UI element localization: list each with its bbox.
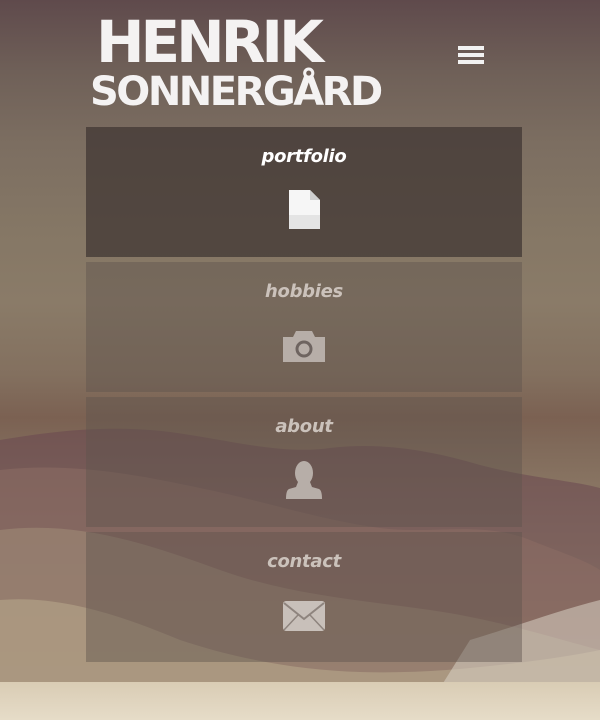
nav-item-label: about	[275, 416, 333, 437]
hamburger-menu-icon	[458, 46, 484, 50]
nav-item-label: hobbies	[265, 281, 343, 302]
bottom-ground-strip	[0, 682, 600, 720]
logo-first-name: HENRIK	[96, 8, 324, 76]
hamburger-menu-button[interactable]	[452, 40, 492, 70]
nav-item-portfolio[interactable]: portfolio	[86, 127, 522, 257]
nav-item-contact[interactable]: contact	[86, 532, 522, 662]
document-icon	[289, 190, 320, 229]
nav-item-about[interactable]: about	[86, 397, 522, 527]
camera-icon	[283, 331, 325, 362]
hamburger-menu-icon	[458, 53, 484, 57]
site-logo[interactable]: HENRIK SONNERGÅRD	[90, 8, 383, 114]
envelope-icon	[283, 601, 325, 631]
person-icon	[286, 461, 322, 499]
nav-item-hobbies[interactable]: hobbies	[86, 262, 522, 392]
site-header: HENRIK SONNERGÅRD	[0, 0, 600, 118]
nav-item-label: portfolio	[261, 146, 347, 167]
hamburger-menu-icon	[458, 60, 484, 64]
nav-item-label: contact	[267, 551, 341, 572]
logo-last-name: SONNERGÅRD	[90, 69, 383, 115]
